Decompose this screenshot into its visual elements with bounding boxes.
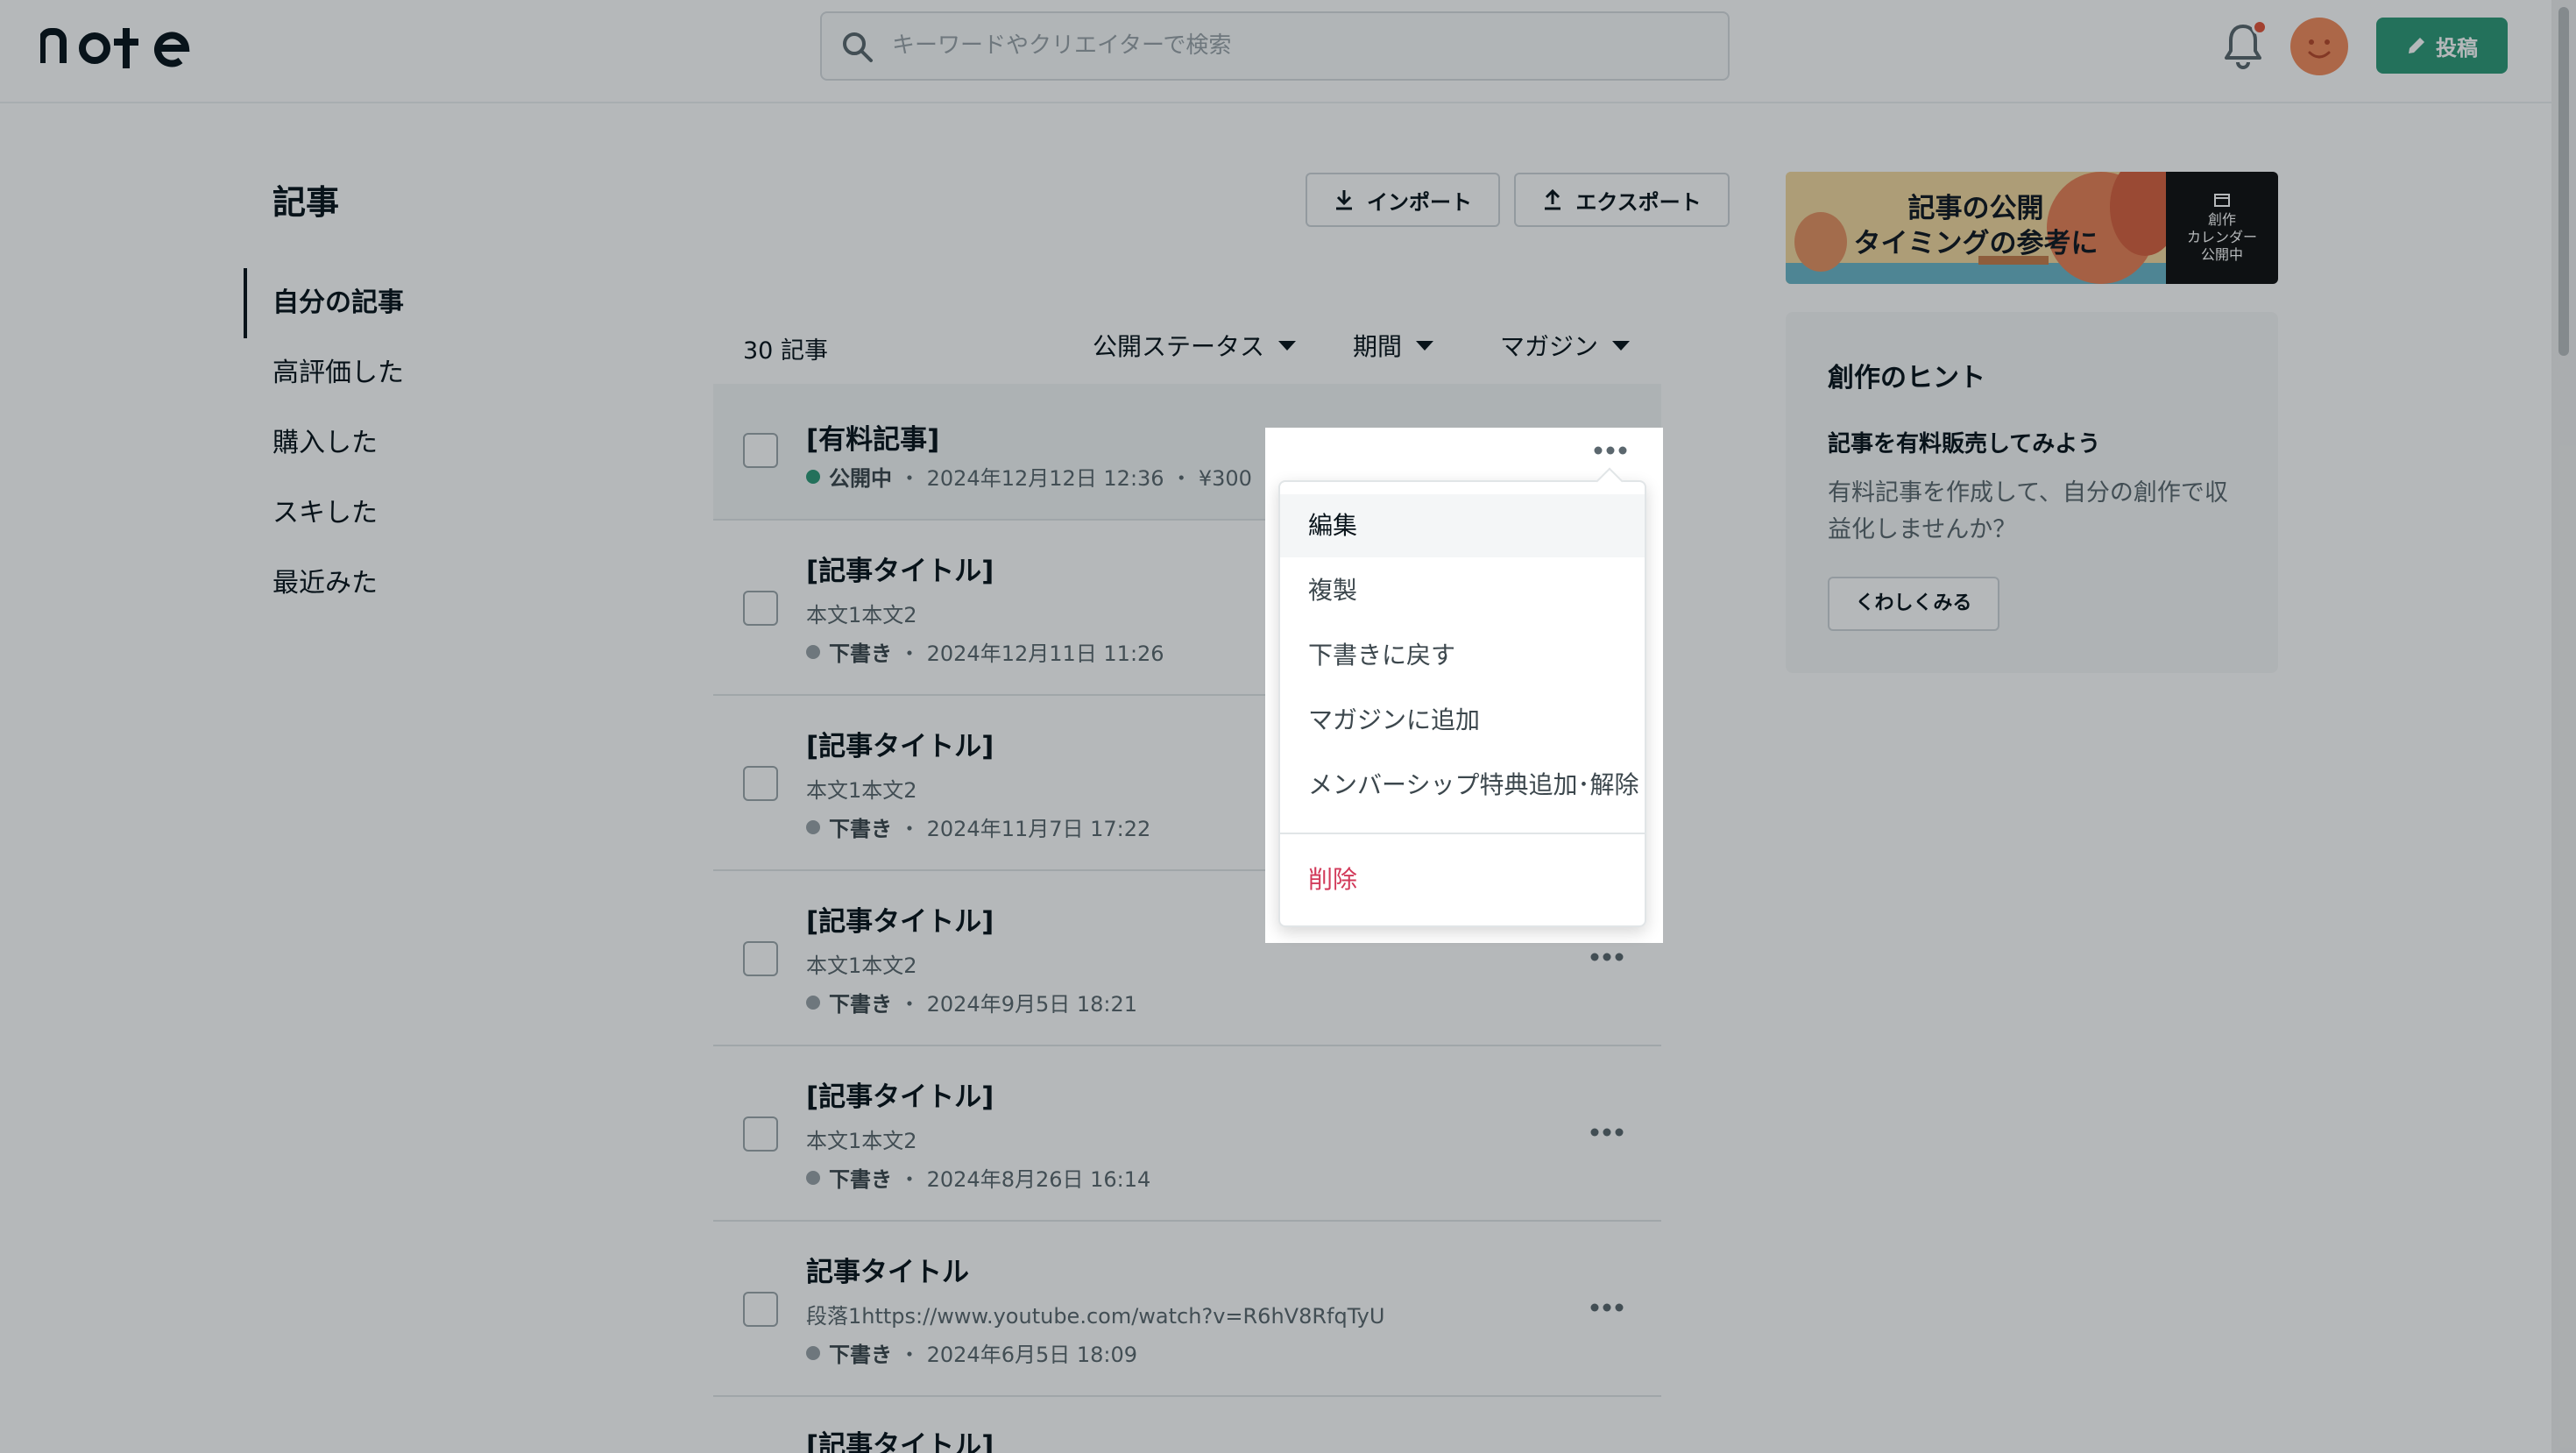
menu-item-add-magazine[interactable]: マガジンに追加 — [1280, 689, 1645, 752]
menu-item-revert-draft[interactable]: 下書きに戻す — [1280, 624, 1645, 687]
menu-divider — [1280, 833, 1645, 834]
more-options-icon[interactable] — [1593, 445, 1628, 456]
menu-item-delete[interactable]: 削除 — [1280, 848, 1645, 911]
menu-item-edit[interactable]: 編集 — [1280, 494, 1645, 557]
page: キーワードやクリエイターで検索 投稿 記事 自分の記事 高評価した 購入した ス… — [0, 0, 2576, 1453]
article-context-menu: 編集 複製 下書きに戻す マガジンに追加 メンバーシップ特典追加･解除 削除 — [1278, 480, 1646, 927]
menu-item-duplicate[interactable]: 複製 — [1280, 559, 1645, 622]
menu-item-membership[interactable]: メンバーシップ特典追加･解除 — [1280, 754, 1645, 817]
